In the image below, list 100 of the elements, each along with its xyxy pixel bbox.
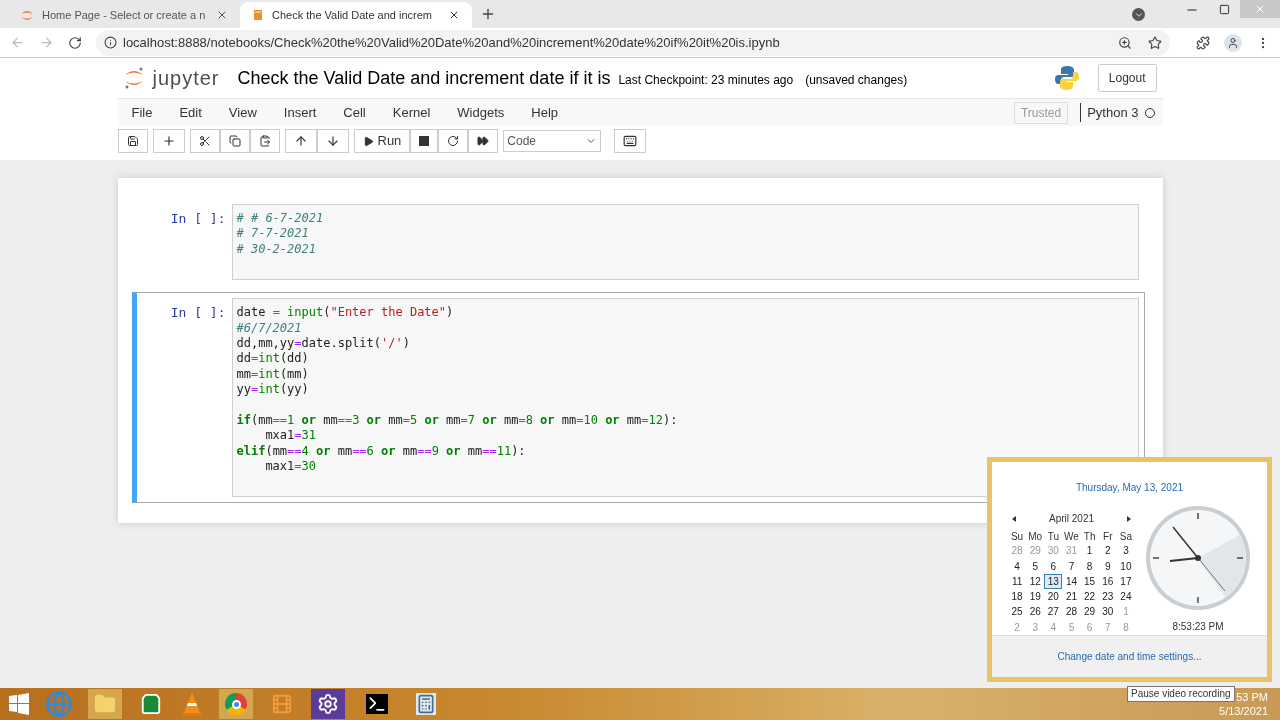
calendar-day[interactable]: 15 — [1080, 573, 1099, 590]
menu-item[interactable]: Cell — [333, 102, 376, 123]
menu-item[interactable]: Edit — [169, 102, 212, 123]
paste-button[interactable] — [249, 129, 280, 153]
reload-icon[interactable] — [68, 35, 82, 50]
save-button[interactable] — [117, 129, 148, 153]
calculator-glyph-icon — [416, 693, 436, 715]
tab-title: Check the Valid Date and increm — [272, 7, 433, 23]
extensions-icon[interactable] — [1196, 35, 1210, 50]
cell-type-dropdown[interactable]: Code — [503, 130, 602, 152]
calendar-day[interactable]: 29 — [1080, 604, 1099, 620]
calendar-day[interactable]: 23 — [1098, 589, 1117, 605]
calendar-day[interactable]: 21 — [1062, 589, 1081, 605]
add-cell-button[interactable] — [152, 129, 185, 153]
console-icon — [366, 694, 388, 714]
menu-item[interactable]: Kernel — [382, 102, 441, 123]
code-cell[interactable]: In [ ]: # # 6-7-2021 # 7-7-2021 # 30-2-2021 — [131, 198, 1145, 287]
calendar-day[interactable]: 20 — [1044, 589, 1063, 605]
keyboard-shortcuts-button[interactable] — [614, 129, 647, 153]
code-cell[interactable] — [131, 292, 1145, 504]
traffic-cone-icon[interactable] — [180, 691, 204, 717]
new-tab-icon[interactable] — [480, 6, 496, 22]
jupyter-logo-text[interactable]: jupyter — [152, 63, 220, 93]
start-icon[interactable] — [8, 693, 30, 715]
browser-tab[interactable]: Check the Valid Date and increm — [240, 2, 472, 28]
weekday-label: Fr — [1102, 530, 1114, 544]
move-up-button[interactable] — [284, 129, 317, 153]
analog-clock-icon — [1145, 505, 1251, 611]
move-down-button[interactable] — [316, 129, 349, 153]
cut-button[interactable] — [189, 129, 220, 153]
code-line: date = input("Enter the Date") — [236, 305, 454, 321]
close-icon[interactable] — [216, 9, 228, 21]
calendar-day[interactable]: 3 — [1116, 543, 1135, 559]
calendar-day[interactable]: 30 — [1098, 604, 1117, 620]
month-title[interactable]: April 2021 — [1049, 511, 1094, 526]
plus-icon — [161, 134, 176, 148]
previous-month-icon[interactable] — [1012, 515, 1016, 522]
calendar-day[interactable]: 9 — [1098, 558, 1117, 574]
calendar-day[interactable]: 10 — [1116, 558, 1135, 574]
bookmark-star-icon[interactable] — [1148, 35, 1162, 50]
long-date-link[interactable]: Thursday, May 13, 2021 — [992, 480, 1267, 495]
menu-item[interactable]: Widgets — [447, 102, 515, 123]
calendar-day[interactable]: 16 — [1098, 573, 1117, 590]
profile-avatar[interactable] — [1224, 33, 1242, 52]
code-line: max1=30 — [264, 459, 316, 475]
calendar-day[interactable]: 27 — [1044, 604, 1063, 620]
calendar-day[interactable]: 11 — [1008, 573, 1027, 590]
restart-button[interactable] — [438, 129, 469, 153]
menu-item[interactable]: Help — [521, 102, 569, 123]
calendar-day[interactable]: 8 — [1080, 558, 1099, 574]
code-line: yy=int(yy) — [236, 382, 309, 398]
chrome-icon[interactable] — [219, 689, 253, 719]
menu-item[interactable]: Insert — [273, 102, 327, 123]
calendar-day[interactable]: 1 — [1080, 543, 1099, 559]
profile-menu-icon[interactable] — [1132, 8, 1145, 21]
keyboard-icon — [623, 134, 638, 148]
code-input-field[interactable] — [231, 298, 1139, 498]
zoom-icon[interactable] — [1118, 35, 1132, 50]
gear-icon — [317, 693, 339, 715]
run-all-button[interactable] — [468, 129, 499, 153]
calendar-day[interactable]: 26 — [1026, 604, 1045, 620]
taskbar-time: 53 PM — [1236, 690, 1268, 704]
calendar-day[interactable]: 13 — [1044, 573, 1063, 590]
code-input-field[interactable]: # # 6-7-2021 # 7-7-2021 # 30-2-2021 — [231, 204, 1139, 281]
close-icon[interactable] — [448, 9, 460, 21]
next-month-icon[interactable] — [1127, 515, 1131, 522]
tab-title: Home Page - Select or create a n — [42, 7, 207, 23]
book-icon — [252, 9, 264, 21]
calendar-day[interactable]: 22 — [1080, 589, 1099, 605]
calendar-day[interactable]: 12 — [1026, 573, 1045, 590]
calendar-day[interactable]: 2 — [1098, 543, 1117, 559]
menu-item[interactable]: View — [218, 102, 267, 123]
notebook-title[interactable]: Check the Valid Date and increment date if it is — [237, 64, 611, 92]
calendar-day[interactable]: 24 — [1116, 589, 1135, 605]
calendar-day[interactable]: 6 — [1044, 558, 1063, 574]
calendar-day[interactable]: 5 — [1026, 558, 1045, 574]
restart-icon — [447, 135, 460, 147]
browser-tab[interactable]: Home Page - Select or create a n — [8, 2, 240, 28]
code-line: # # 6-7-2021 — [236, 211, 324, 227]
calendar-day[interactable]: 4 — [1008, 558, 1027, 574]
calendar-day[interactable]: 18 — [1008, 589, 1027, 605]
address-bar[interactable]: localhost:8888/notebooks/Check%20the%20Valid%20Date%20and%20increment%20date%20if%20it%20is.ipynb — [96, 29, 1170, 56]
calendar-day[interactable]: 19 — [1026, 589, 1045, 605]
url-text: localhost:8888/notebooks/Check%20the%20Valid%20Date%20and%20increment%20date%20if%20it%20is.ipynb — [123, 33, 780, 52]
weekday-label: Tu — [1046, 530, 1060, 544]
run-button[interactable]: Run — [353, 129, 411, 153]
calendar-day[interactable]: 7 — [1062, 558, 1081, 574]
logout-button[interactable]: Logout — [1097, 64, 1157, 92]
stop-button[interactable] — [410, 129, 439, 153]
calendar-day[interactable]: 14 — [1062, 573, 1081, 590]
calendar-day[interactable]: 17 — [1116, 573, 1135, 590]
taskbar-date: 5/13/2021 — [1219, 704, 1268, 718]
calendar-day[interactable]: 28 — [1062, 604, 1081, 620]
weekday-label: Sa — [1118, 530, 1134, 544]
calendar-day[interactable]: 25 — [1008, 604, 1027, 620]
python-logo-icon — [1053, 65, 1080, 91]
settings-icon[interactable] — [311, 689, 345, 719]
menu-item[interactable]: File — [121, 102, 163, 123]
restore-icon[interactable] — [1219, 4, 1230, 15]
weekday-label: Th — [1082, 530, 1097, 544]
